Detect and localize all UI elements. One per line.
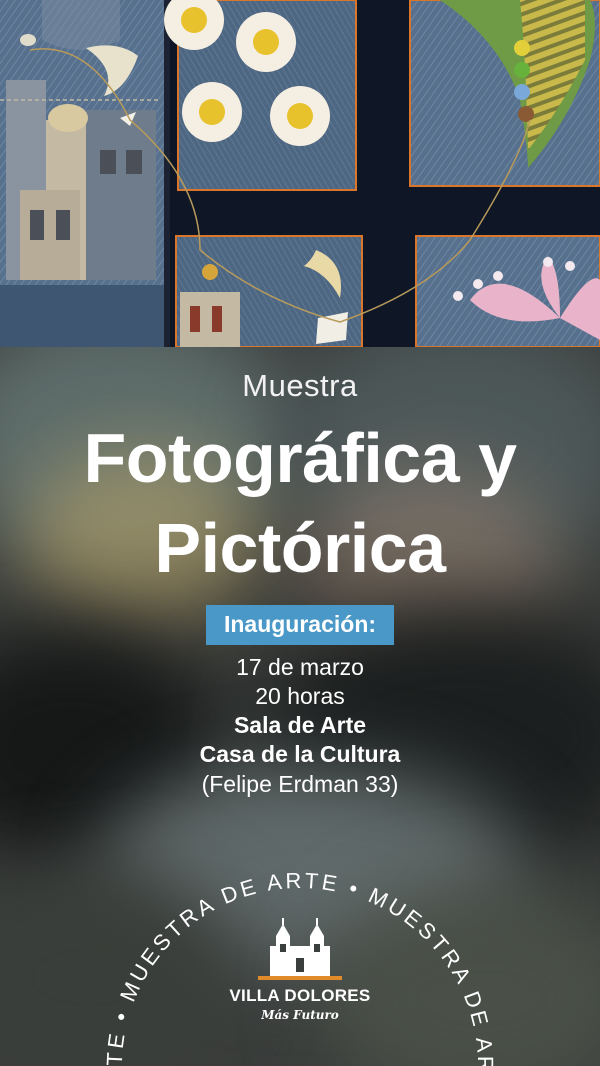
kicker-text: Muestra [242, 368, 358, 403]
event-time: 20 horas [255, 683, 345, 709]
heart-patch [409, 0, 600, 187]
title-line-2: Pictórica [154, 509, 446, 587]
event-address: (Felipe Erdman 33) [201, 771, 399, 797]
logo-name: VILLA DOLORES [229, 986, 371, 1005]
textile-illustration [0, 0, 600, 347]
village-patch [0, 0, 170, 347]
title-line-1: Fotográfica y [83, 419, 517, 497]
villa-dolores-logo: VILLA DOLORES Más Futuro [222, 918, 378, 1028]
inauguration-badge: Inauguración: [205, 605, 395, 645]
badge-wrapper: Inauguración: [0, 605, 600, 645]
event-date: 17 de marzo [236, 654, 364, 680]
church-icon [258, 918, 342, 980]
daisies-patch [164, 0, 357, 191]
hero-textile-photo [0, 0, 600, 347]
event-place: Casa de la Cultura [199, 741, 401, 767]
flower-patch [415, 235, 600, 347]
event-venue: Sala de Arte [233, 712, 367, 738]
logo-slogan: Más Futuro [261, 1008, 339, 1022]
